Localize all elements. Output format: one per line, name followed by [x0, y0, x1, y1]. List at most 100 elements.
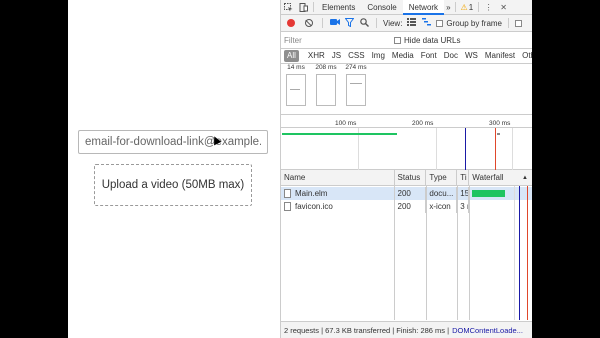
network-toolbar: View: Group by frame	[281, 15, 532, 32]
document-file-icon	[284, 189, 291, 198]
resource-type-filter: All XHR JS CSS Img Media Font Doc WS Man…	[281, 49, 532, 64]
devtools-panel: Elements Console Network » ⚠ 1 ⋮ ✕ View:	[280, 0, 532, 338]
frame-thumbnail	[346, 74, 366, 106]
type-filter-xhr[interactable]: XHR	[305, 50, 328, 62]
filmstrip-frame[interactable]: 208 ms	[314, 64, 338, 106]
waterfall-bar	[472, 190, 505, 197]
type-filter-other[interactable]: Other	[519, 50, 532, 62]
sort-ascending-icon: ▲	[522, 174, 528, 181]
more-tabs-button[interactable]: »	[444, 0, 452, 15]
network-overview-timeline[interactable]: 100 ms 200 ms 300 ms	[281, 117, 532, 170]
column-status[interactable]: Status	[395, 170, 427, 185]
type-filter-img[interactable]: Img	[369, 50, 388, 62]
divider	[508, 18, 509, 28]
group-by-frame-toggle[interactable]: Group by frame	[436, 19, 502, 28]
load-event-marker	[495, 128, 496, 170]
device-toolbar-icon[interactable]	[296, 0, 311, 15]
menu-icon[interactable]: ⋮	[481, 0, 496, 15]
large-rows-icon[interactable]	[406, 18, 417, 28]
close-icon[interactable]: ✕	[496, 0, 511, 15]
dom-content-loaded-marker	[465, 128, 466, 170]
request-type: x-icon	[426, 200, 458, 213]
overview-request-bar	[282, 133, 397, 135]
divider	[478, 2, 480, 12]
warning-icon: ⚠	[460, 2, 468, 12]
filmstrip-frame[interactable]: 14 ms	[284, 64, 308, 106]
hide-data-urls-label: Hide data URLs	[404, 36, 461, 45]
request-name-cell: Main.elm	[281, 187, 395, 200]
overview-tick-label: 300 ms	[489, 120, 511, 127]
type-filter-all[interactable]: All	[284, 50, 299, 62]
screenshot-filmstrip: 14 ms 208 ms 274 ms	[281, 64, 532, 115]
email-input[interactable]	[78, 130, 268, 154]
column-waterfall[interactable]: Waterfall ▲	[469, 170, 532, 185]
status-summary: 2 requests | 67.3 KB transferred | Finis…	[284, 325, 450, 335]
filmstrip-frame[interactable]: 274 ms	[344, 64, 368, 106]
request-time: 15	[457, 187, 470, 200]
overview-tick-label: 200 ms	[412, 120, 434, 127]
hide-data-urls-toggle[interactable]: Hide data URLs	[394, 36, 460, 45]
tab-console[interactable]: Console	[361, 0, 402, 15]
type-filter-font[interactable]: Font	[418, 50, 440, 62]
type-filter-ws[interactable]: WS	[462, 50, 481, 62]
tab-elements[interactable]: Elements	[316, 0, 361, 15]
screen-border	[532, 0, 600, 338]
divider	[376, 18, 377, 28]
group-by-frame-checkbox[interactable]	[436, 19, 444, 27]
request-status: 200	[395, 187, 427, 200]
view-label: View:	[383, 18, 403, 28]
devtools-tab-bar: Elements Console Network » ⚠ 1 ⋮ ✕	[281, 0, 532, 15]
preserve-log-checkbox[interactable]	[515, 19, 522, 27]
dom-content-loaded-status: DOMContentLoade...	[452, 325, 523, 335]
type-filter-css[interactable]: CSS	[345, 50, 367, 62]
filter-input[interactable]	[284, 34, 388, 47]
network-status-bar: 2 requests | 67.3 KB transferred | Finis…	[281, 321, 532, 338]
request-name: Main.elm	[295, 189, 328, 198]
request-name-cell: favicon.ico	[281, 200, 395, 213]
screenshot-camera-icon[interactable]	[329, 18, 340, 28]
type-filter-manifest[interactable]: Manifest	[482, 50, 518, 62]
record-icon[interactable]	[287, 19, 295, 27]
table-row[interactable]: favicon.ico 200 x-icon 3 r	[281, 200, 532, 213]
filter-bar: Hide data URLs	[281, 33, 532, 49]
request-name: favicon.ico	[295, 202, 333, 211]
warning-count: 1	[468, 2, 474, 12]
requests-table-header: Name Status Type Ti Waterfall ▲	[281, 170, 532, 186]
frame-thumbnail	[316, 74, 336, 106]
type-filter-media[interactable]: Media	[389, 50, 417, 62]
type-filter-js[interactable]: JS	[329, 50, 344, 62]
type-filter-doc[interactable]: Doc	[441, 50, 461, 62]
hide-data-urls-checkbox[interactable]	[394, 37, 401, 44]
frame-time: 208 ms	[315, 64, 337, 71]
overview-tick-label: 100 ms	[335, 120, 357, 127]
tab-network[interactable]: Network	[402, 0, 445, 15]
upload-label: Upload a video (50MB max)	[101, 179, 245, 191]
inspect-element-icon[interactable]	[281, 0, 296, 15]
filter-funnel-icon[interactable]	[344, 17, 355, 29]
group-by-frame-label: Group by frame	[446, 18, 502, 28]
warnings-counter[interactable]: ⚠ 1	[458, 3, 477, 12]
page-viewport: Upload a video (50MB max)	[68, 0, 280, 338]
request-type: docu...	[426, 187, 458, 200]
request-waterfall	[469, 187, 532, 200]
request-time: 3 r	[457, 200, 470, 213]
request-status: 200	[395, 200, 427, 213]
clear-icon[interactable]	[305, 19, 313, 27]
upload-video-dropzone[interactable]: Upload a video (50MB max)	[94, 164, 252, 206]
search-icon[interactable]	[359, 17, 370, 29]
divider	[313, 2, 314, 12]
frame-thumbnail	[286, 74, 306, 106]
column-type[interactable]: Type	[426, 170, 458, 185]
document-file-icon	[284, 202, 291, 211]
column-time[interactable]: Ti	[457, 170, 470, 185]
divider	[454, 2, 456, 12]
request-waterfall	[469, 200, 532, 213]
frame-time: 14 ms	[287, 64, 305, 71]
divider	[322, 18, 323, 28]
table-row[interactable]: Main.elm 200 docu... 15	[281, 187, 532, 200]
overview-request-bar	[497, 133, 500, 135]
waterfall-header-label: Waterfall	[472, 173, 504, 182]
column-name[interactable]: Name	[281, 170, 395, 185]
waterfall-overview-icon[interactable]	[421, 18, 432, 28]
frame-time: 274 ms	[345, 64, 367, 71]
